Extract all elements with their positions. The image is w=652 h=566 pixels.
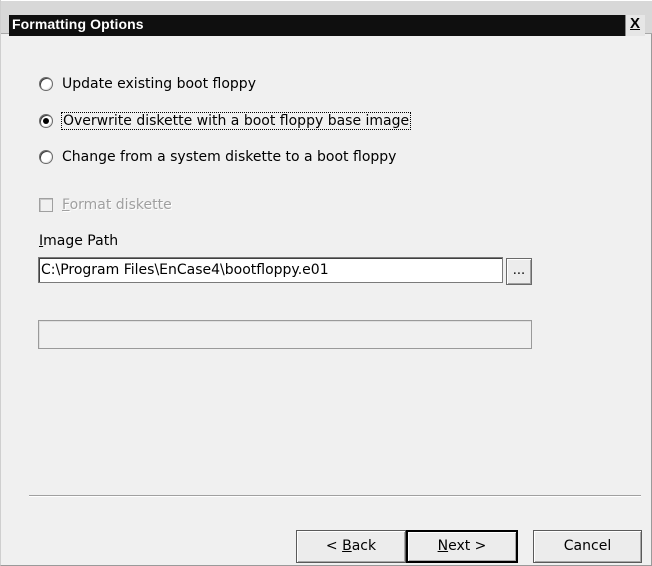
title-bar-strip: Formatting Options X (9, 15, 645, 36)
radio-update-existing[interactable]: Update existing boot floppy (39, 74, 256, 94)
button-separator (29, 495, 641, 497)
image-path-input[interactable] (38, 257, 503, 283)
format-diskette-checkbox-row[interactable]: Format diskette (39, 195, 172, 215)
browse-button[interactable]: ... (506, 258, 532, 285)
cancel-button[interactable]: Cancel (533, 530, 642, 563)
radio-overwrite-diskette[interactable]: Overwrite diskette with a boot floppy ba… (39, 111, 412, 131)
format-diskette-label: Format diskette (62, 197, 172, 213)
close-button[interactable]: X (625, 15, 645, 36)
radio-change-system-diskette[interactable]: Change from a system diskette to a boot … (39, 147, 396, 167)
radio-button-icon[interactable] (39, 150, 53, 164)
progress-bar (38, 320, 532, 349)
image-path-label: Image Path (39, 233, 119, 249)
radio-label: Change from a system diskette to a boot … (62, 149, 397, 165)
back-button[interactable]: < Back (296, 530, 406, 563)
next-button[interactable]: Next > (406, 530, 518, 563)
dialog-title: Formatting Options (12, 16, 144, 32)
title-bar: Formatting Options X (1, 0, 652, 36)
format-diskette-checkbox[interactable] (39, 198, 53, 212)
radio-button-icon[interactable] (39, 77, 53, 91)
radio-label: Update existing boot floppy (62, 76, 256, 92)
radio-label: Overwrite diskette with a boot floppy ba… (60, 112, 412, 130)
close-icon: X (630, 15, 641, 32)
formatting-options-dialog: Formatting Options X Update existing boo… (0, 0, 652, 566)
radio-button-icon[interactable] (39, 114, 53, 128)
